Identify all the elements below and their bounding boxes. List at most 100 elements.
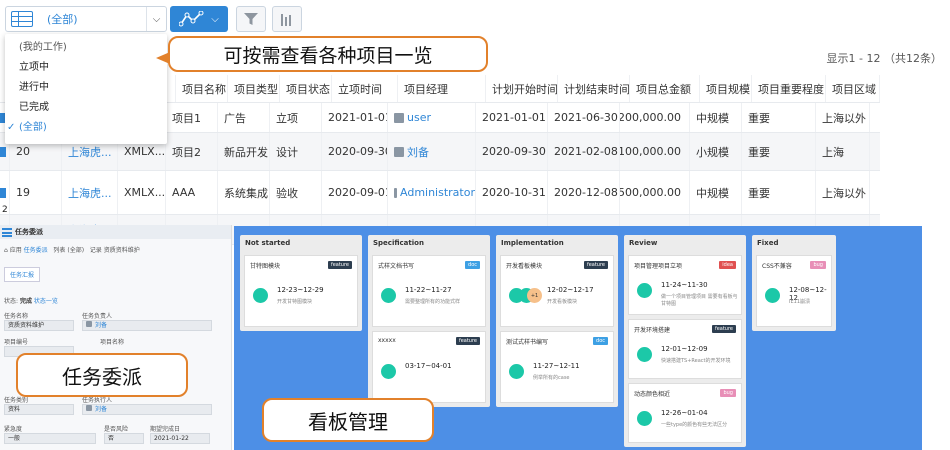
dropdown-item-in-progress[interactable]: 进行中 <box>5 78 167 98</box>
cell-text: 200,000.00 <box>620 111 681 124</box>
avatar <box>381 364 396 380</box>
kanban-column-title: Review <box>629 239 658 247</box>
col-header[interactable]: 项目规模 <box>700 75 752 102</box>
kanban-card[interactable]: 动态颜色相近 bug 12-26~01-04 一些type的颜色有些无法区分 <box>628 383 742 443</box>
card-tag: feature <box>327 261 352 269</box>
kanban-card[interactable]: 开发环境搭建 feature 12-01~12-09 快速搭建TS+React的开发环… <box>628 319 742 379</box>
table-cell-status: 立项 <box>270 103 322 132</box>
col-header[interactable]: 项目总金额 <box>630 75 700 102</box>
task-category-field[interactable]: 资料 <box>4 404 74 415</box>
kanban-card[interactable]: 开发看板模块 feature 12-02~12-17 开发看板模块 +1 <box>500 255 614 327</box>
table-cell-id: 19 <box>10 171 62 214</box>
cell-text: 2020-09-30 <box>482 145 546 158</box>
table-cell-status: 设计 <box>270 133 322 170</box>
cell-text: 新品开发 <box>224 145 268 159</box>
cell-text: 刘备 <box>407 145 429 159</box>
card-date: 12-23~12-29 <box>277 286 324 295</box>
cell-text: 重要 <box>748 145 770 159</box>
cell-text: XMLX... <box>124 186 166 199</box>
menu-icon[interactable] <box>2 227 12 237</box>
view-dropdown-menu: (我的工作) 立项中 进行中 已完成 (全部) <box>5 34 167 144</box>
dropdown-item-completed[interactable]: 已完成 <box>5 98 167 118</box>
table-cell-type: 系统集成 <box>218 171 270 214</box>
table-cell-company: 上海虎... <box>62 171 118 214</box>
bar-chart-button[interactable] <box>272 6 302 32</box>
task-owner-field[interactable]: 刘备 <box>82 320 212 331</box>
task-report-button[interactable]: 任务汇报 <box>4 267 41 282</box>
table-cell-manager[interactable]: 刘备 <box>388 133 476 170</box>
col-header[interactable]: 项目重要程度 <box>752 75 826 102</box>
cell-text: 上海虎... <box>68 186 112 200</box>
kanban-column-title: Specification <box>373 239 424 247</box>
urgency-field[interactable]: 一般 <box>4 433 96 444</box>
due-date-field[interactable]: 2021-01-22 <box>150 433 210 444</box>
row-marker-number: 2 <box>2 205 8 215</box>
dropdown-item-all[interactable]: (全部) <box>5 118 167 138</box>
home-icon[interactable]: ⌂ <box>4 247 8 254</box>
dropdown-item-my-work[interactable]: (我的工作) <box>5 38 167 58</box>
card-date: 11-27~12-11 <box>533 362 580 371</box>
card-desc: 快速搭建TS+React的开发环境 <box>661 358 731 365</box>
kanban-card[interactable]: 甘特图模块 feature 12-23~12-29 开发甘特图模块 <box>244 255 358 327</box>
table-cell-manager[interactable]: Administrator <box>388 171 476 214</box>
table-cell-manager[interactable]: user <box>388 103 476 132</box>
user-icon <box>394 187 397 198</box>
card-desc: IE11崩溃 <box>789 299 810 306</box>
cell-text: 19 <box>16 186 30 199</box>
kanban-card[interactable]: 测试式样书编写 doc 11-27~12-11 例举所有的case <box>500 331 614 403</box>
col-header[interactable]: 项目名称 <box>176 75 228 102</box>
task-executor-field[interactable]: 刘备 <box>82 404 212 415</box>
table-cell-end: 2020-12-08 <box>548 171 620 214</box>
card-tag: feature <box>455 337 480 345</box>
card-tag: doc <box>593 337 608 345</box>
cell-text: 500,000.00 <box>620 186 681 199</box>
cell-text: 项目1 <box>172 111 201 125</box>
kanban-column: Review 项目管理项目立项 idea 11-24~11-30 做一个项目管理项目 需… <box>624 235 746 447</box>
cell-text: AAA <box>172 186 196 199</box>
table-cell-type: 广告 <box>218 103 270 132</box>
risk-field[interactable]: 否 <box>104 433 144 444</box>
field-label: 任务负责人 <box>82 313 113 320</box>
col-header[interactable]: 项目区域 <box>826 75 880 102</box>
kanban-card[interactable]: 式样文档书写 doc 11-22~11-27 需要整理所有的功能式样 <box>372 255 486 327</box>
task-name-field[interactable]: 资质资料维护 <box>4 320 74 331</box>
card-tag: idea <box>719 261 736 269</box>
col-header[interactable]: 计划开始时间 <box>486 75 558 102</box>
kanban-card[interactable]: xxxxx feature 03-17~04-01 <box>372 331 486 403</box>
cell-text: 小规模 <box>696 145 729 159</box>
cell-text: 上海以外 <box>822 111 866 125</box>
table-cell-type: 新品开发 <box>218 133 270 170</box>
cell-text: 2020-12-08 <box>554 186 618 199</box>
card-date: 11-22~11-27 <box>405 286 452 295</box>
chevron-down-icon[interactable]: ⌵ <box>146 7 166 31</box>
table-cell-start: 2020-09-30 <box>476 133 548 170</box>
view-select[interactable]: (全部) ⌵ <box>5 6 167 32</box>
col-header[interactable]: 项目状态 <box>280 75 332 102</box>
chart-view-button[interactable]: ⌵ <box>170 6 228 32</box>
kanban-column-title: Implementation <box>501 239 564 247</box>
table-row[interactable]: 19 上海虎... XMLX... AAA 系统集成 验收 2020-09-01 Admini… <box>0 171 880 215</box>
card-date: 12-01~12-09 <box>661 345 708 354</box>
card-date: 03-17~04-01 <box>405 362 452 371</box>
table-cell-start: 2021-01-01 <box>476 103 548 132</box>
status-list-link[interactable]: 状态一览 <box>34 298 58 305</box>
cell-text: 上海 <box>822 145 844 159</box>
kanban-card[interactable]: 项目管理项目立项 idea 11-24~11-30 做一个项目管理项目 需要有看板与甘… <box>628 255 742 315</box>
table-cell-end: 2021-06-30 <box>548 103 620 132</box>
col-header[interactable]: 项目类型 <box>228 75 280 102</box>
table-cell-name: AAA <box>166 171 218 214</box>
col-header[interactable]: 项目经理 <box>398 75 486 102</box>
cell-text: 中规模 <box>696 186 729 200</box>
breadcrumb: ⌂ 应用 任务委派 列表 (全部) 记录 资质资料维护 <box>4 247 140 254</box>
col-header[interactable]: 计划结束时间 <box>558 75 630 102</box>
kanban-card[interactable]: CSS不兼容 bug 12-08~12-12 IE11崩溃 <box>756 255 832 327</box>
user-icon <box>394 146 404 157</box>
cell-text: 2021-06-30 <box>554 111 618 124</box>
dropdown-item-initiating[interactable]: 立项中 <box>5 58 167 78</box>
avatar <box>509 364 524 380</box>
filter-button[interactable] <box>236 6 266 32</box>
field-label: 紧急度 <box>4 426 23 433</box>
col-header[interactable]: 立项时间 <box>332 75 398 102</box>
user-icon <box>394 112 404 123</box>
avatar <box>637 347 652 362</box>
